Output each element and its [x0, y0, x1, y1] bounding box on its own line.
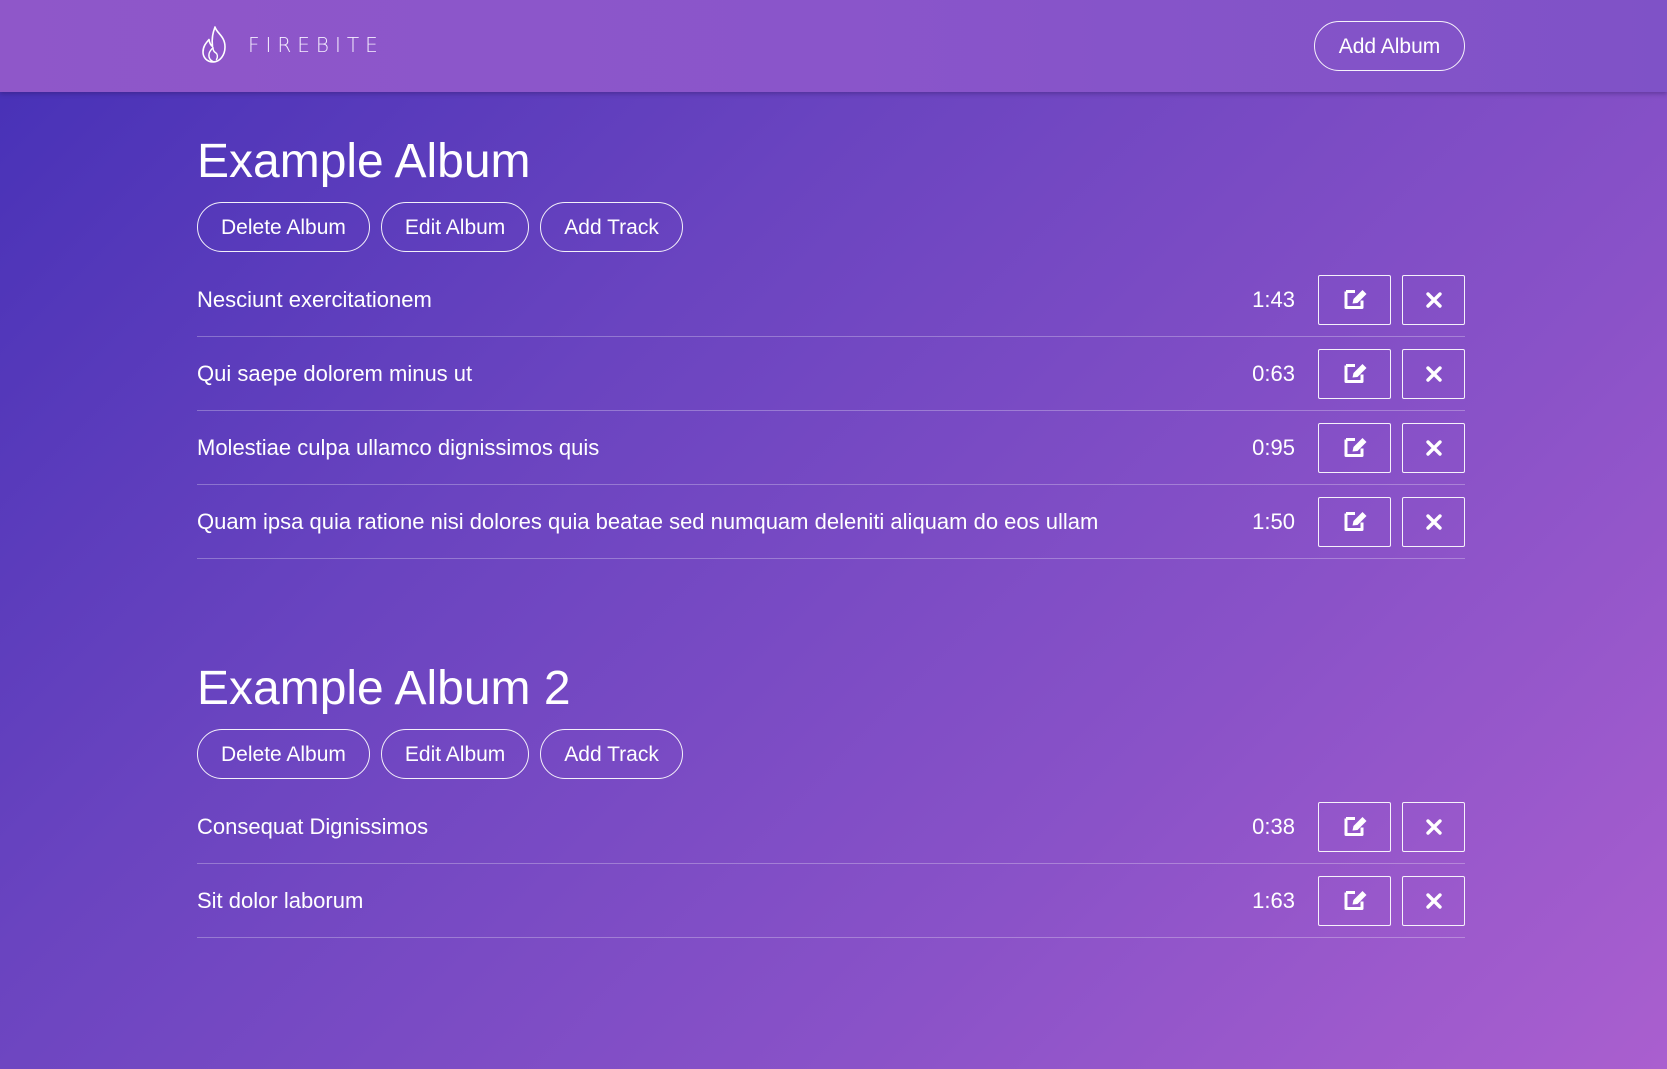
track-row: Nesciunt exercitationem 1:43	[197, 263, 1465, 337]
track-title: Qui saepe dolorem minus ut	[197, 360, 473, 386]
add-track-button[interactable]: Add Track	[540, 729, 683, 779]
edit-track-button[interactable]	[1318, 422, 1391, 473]
flame-icon	[202, 26, 226, 63]
track-title: Nesciunt exercitationem	[197, 286, 432, 312]
close-icon	[1425, 818, 1442, 835]
album-title: Example Album	[197, 135, 531, 188]
album-spacer	[197, 559, 1465, 619]
track-row: Molestiae culpa ullamco dignissimos quis…	[197, 411, 1465, 485]
edit-album-button[interactable]: Edit Album	[380, 729, 530, 779]
top-navigation-bar: FIREBITE Add Album	[0, 0, 1667, 92]
edit-icon	[1344, 438, 1366, 457]
track-duration: 0:63	[1252, 360, 1295, 386]
album-title: Example Album 2	[197, 662, 571, 715]
track-duration: 0:95	[1252, 434, 1295, 460]
edit-track-button[interactable]	[1318, 801, 1391, 852]
edit-icon	[1344, 891, 1366, 910]
track-duration: 1:63	[1252, 887, 1295, 913]
album-actions: Delete Album Edit Album Add Track	[197, 202, 1465, 252]
track-title: Quam ipsa quia ratione nisi dolores quia…	[197, 508, 1099, 534]
edit-track-button[interactable]	[1318, 496, 1391, 547]
edit-icon	[1344, 512, 1366, 531]
close-icon	[1425, 365, 1442, 382]
delete-album-button[interactable]: Delete Album	[197, 729, 370, 779]
add-track-button[interactable]: Add Track	[540, 202, 683, 252]
track-duration: 1:50	[1252, 508, 1295, 534]
track-row: Quam ipsa quia ratione nisi dolores quia…	[197, 485, 1465, 559]
edit-track-button[interactable]	[1318, 274, 1391, 325]
delete-track-button[interactable]	[1402, 496, 1465, 547]
track-row: Consequat Dignissimos 0:38	[197, 790, 1465, 864]
edit-icon	[1344, 290, 1366, 309]
albums-list: Example Album Delete Album Edit Album Ad…	[197, 92, 1465, 938]
delete-track-button[interactable]	[1402, 274, 1465, 325]
edit-icon	[1344, 817, 1366, 836]
edit-track-button[interactable]	[1318, 875, 1391, 926]
delete-track-button[interactable]	[1402, 422, 1465, 473]
delete-album-button[interactable]: Delete Album	[197, 202, 370, 252]
edit-track-button[interactable]	[1318, 348, 1391, 399]
album-actions: Delete Album Edit Album Add Track	[197, 729, 1465, 779]
brand-name: FIREBITE	[248, 33, 384, 57]
track-title: Consequat Dignissimos	[197, 813, 429, 839]
close-icon	[1425, 892, 1442, 909]
track-duration: 1:43	[1252, 286, 1295, 312]
delete-track-button[interactable]	[1402, 348, 1465, 399]
track-title: Sit dolor laborum	[197, 887, 364, 913]
close-icon	[1425, 513, 1442, 530]
edit-icon	[1344, 364, 1366, 383]
delete-track-button[interactable]	[1402, 875, 1465, 926]
track-row: Qui saepe dolorem minus ut 0:63	[197, 337, 1465, 411]
album-section: Example Album Delete Album Edit Album Ad…	[197, 92, 1465, 559]
add-album-button[interactable]: Add Album	[1314, 21, 1465, 71]
track-title: Molestiae culpa ullamco dignissimos quis	[197, 434, 600, 460]
track-row: Sit dolor laborum 1:63	[197, 864, 1465, 938]
close-icon	[1425, 439, 1442, 456]
album-section: Example Album 2 Delete Album Edit Album …	[197, 619, 1465, 938]
edit-album-button[interactable]: Edit Album	[380, 202, 530, 252]
delete-track-button[interactable]	[1402, 801, 1465, 852]
close-icon	[1425, 291, 1442, 308]
track-duration: 0:38	[1252, 813, 1295, 839]
brand-logo[interactable]: FIREBITE	[198, 24, 384, 66]
